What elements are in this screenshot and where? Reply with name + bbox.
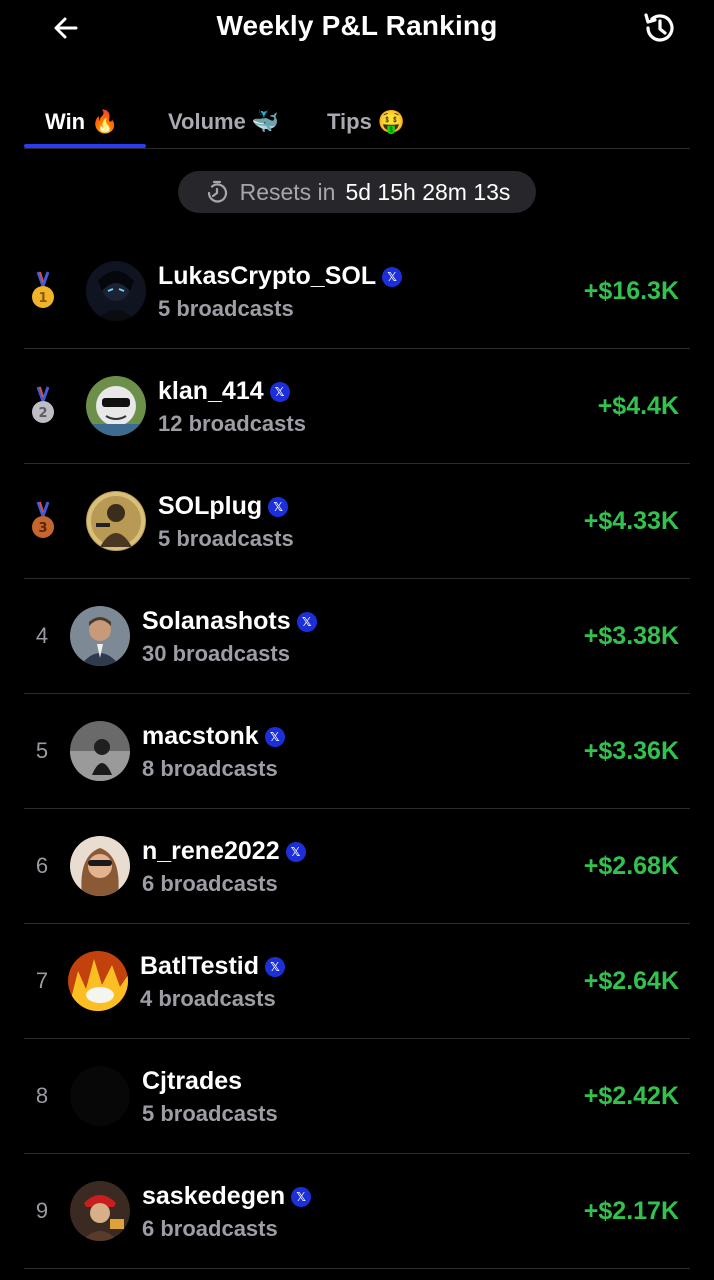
pnl-value: +$2.17K: [583, 1196, 679, 1225]
broadcast-count: 5 broadcasts: [142, 1101, 278, 1126]
user-name: saskedegen: [142, 1182, 286, 1210]
avatar: [86, 491, 146, 551]
leaderboard-screen: Weekly P&L Ranking Win 🔥 Volume 🐳 Tips 🤑: [0, 0, 714, 1280]
pnl-value: +$3.36K: [583, 736, 679, 765]
avatar: [70, 1181, 130, 1241]
list-item[interactable]: 5 macstonk 𝕏 8 broadcasts +$3.36K: [24, 694, 690, 809]
fire-icon: 🔥: [91, 109, 119, 134]
list-item[interactable]: 9 saskedegen 𝕏 6 broadcasts +$2.17K: [24, 1154, 690, 1269]
rank-number: 6: [35, 853, 49, 878]
history-button[interactable]: [638, 6, 682, 50]
user-name-line: LukasCrypto_SOL 𝕏: [158, 262, 403, 291]
user-name-line: Solanashots 𝕏: [142, 607, 317, 636]
avatar: [70, 836, 130, 896]
user-name: n_rene2022: [142, 837, 280, 865]
reset-label: Resets in: [239, 178, 336, 205]
tab-label: Volume: [168, 109, 246, 134]
avatar: [86, 376, 146, 436]
user-name: LukasCrypto_SOL: [158, 262, 377, 290]
history-clock-icon: [644, 13, 674, 42]
list-item[interactable]: 4 Solanashots 𝕏 30 broadcasts +$3.38K: [24, 579, 690, 694]
silver-medal-icon: 2: [32, 386, 54, 423]
pnl-value: +$16.3K: [583, 276, 679, 305]
broadcast-count: 6 broadcasts: [142, 1216, 278, 1241]
x-verified-icon: 𝕏: [265, 956, 285, 977]
x-verified-icon: 𝕏: [285, 841, 306, 862]
x-verified-icon: 𝕏: [291, 1186, 312, 1207]
pnl-value: +$4.33K: [583, 506, 679, 535]
reset-countdown: Resets in 5d 15h 28m 13s: [178, 171, 536, 213]
user-name-line: n_rene2022 𝕏: [142, 837, 306, 866]
list-item[interactable]: 3 SOLplug 𝕏 5 broadcasts +$4.33K: [24, 464, 690, 579]
rank-number: 5: [35, 738, 49, 763]
tab-label: Win: [45, 109, 86, 134]
avatar: [86, 261, 146, 321]
ranking-list: 1 LukasCrypto_SOL 𝕏 5 broadcasts +$16.3K: [24, 234, 690, 1269]
bronze-medal-icon: 3: [32, 501, 54, 538]
broadcast-count: 5 broadcasts: [158, 526, 294, 551]
avatar: [68, 951, 128, 1011]
x-verified-icon: 𝕏: [269, 381, 290, 402]
gold-medal-icon: 1: [32, 271, 54, 308]
x-verified-icon: 𝕏: [296, 611, 317, 632]
user-name-line: macstonk 𝕏: [142, 722, 285, 751]
list-item[interactable]: 8 Cjtrades 5 broadcasts +$2.42K: [24, 1039, 690, 1154]
reset-time: 5d 15h 28m 13s: [345, 178, 511, 205]
list-item[interactable]: 2 klan_414 𝕏 12 broadcasts +$4.4K: [24, 349, 690, 464]
timer-icon: [207, 180, 227, 203]
header: Weekly P&L Ranking: [0, 0, 714, 60]
broadcast-count: 12 broadcasts: [158, 411, 306, 436]
pnl-value: +$2.42K: [583, 1081, 679, 1110]
active-tab-indicator: [24, 144, 146, 148]
page-title: Weekly P&L Ranking: [216, 10, 498, 41]
tab-label: Tips: [327, 109, 372, 134]
user-name-line: klan_414 𝕏: [158, 377, 290, 406]
user-name-line: Cjtrades: [142, 1067, 242, 1096]
pnl-value: +$2.64K: [583, 966, 679, 995]
user-name-line: BatlTestid 𝕏: [140, 952, 285, 981]
pnl-value: +$3.38K: [583, 621, 679, 650]
tab-win[interactable]: Win 🔥: [45, 100, 119, 144]
rank-number: 4: [35, 623, 49, 648]
user-name: SOLplug: [158, 492, 263, 520]
broadcast-count: 5 broadcasts: [158, 296, 294, 321]
avatar: [70, 606, 130, 666]
user-name-line: SOLplug 𝕏: [158, 492, 289, 521]
tab-tips[interactable]: Tips 🤑: [327, 100, 405, 144]
tab-bar: Win 🔥 Volume 🐳 Tips 🤑: [24, 90, 690, 149]
list-item[interactable]: 7 BatlTestid 𝕏 4 broadcasts +$2.64K: [24, 924, 690, 1039]
money-face-icon: 🤑: [377, 109, 406, 134]
broadcast-count: 4 broadcasts: [140, 986, 276, 1011]
user-name: macstonk: [142, 722, 259, 750]
user-name: Cjtrades: [142, 1067, 243, 1095]
tab-volume[interactable]: Volume 🐳: [168, 100, 279, 144]
pnl-value: +$2.68K: [583, 851, 679, 880]
user-name: Solanashots: [142, 607, 291, 635]
broadcast-count: 8 broadcasts: [142, 756, 278, 781]
x-verified-icon: 𝕏: [268, 496, 289, 517]
avatar: [70, 1066, 130, 1126]
list-item[interactable]: 1 LukasCrypto_SOL 𝕏 5 broadcasts +$16.3K: [24, 234, 690, 349]
svg-text:3: 3: [38, 521, 47, 536]
user-name: klan_414: [158, 377, 264, 405]
svg-text:2: 2: [38, 406, 47, 421]
rank-number: 7: [35, 968, 49, 993]
broadcast-count: 6 broadcasts: [142, 871, 278, 896]
user-name-line: saskedegen 𝕏: [142, 1182, 312, 1211]
rank-number: 9: [35, 1198, 49, 1223]
avatar: [70, 721, 130, 781]
whale-icon: 🐳: [251, 109, 280, 134]
x-verified-icon: 𝕏: [264, 726, 285, 747]
list-item[interactable]: 6 n_rene2022 𝕏 6 broadcasts +$2.68K: [24, 809, 690, 924]
x-verified-icon: 𝕏: [382, 266, 403, 287]
pnl-value: +$4.4K: [597, 391, 679, 420]
user-name: BatlTestid: [140, 952, 259, 980]
broadcast-count: 30 broadcasts: [142, 641, 290, 666]
rank-number: 8: [35, 1083, 49, 1108]
svg-text:1: 1: [38, 291, 47, 306]
